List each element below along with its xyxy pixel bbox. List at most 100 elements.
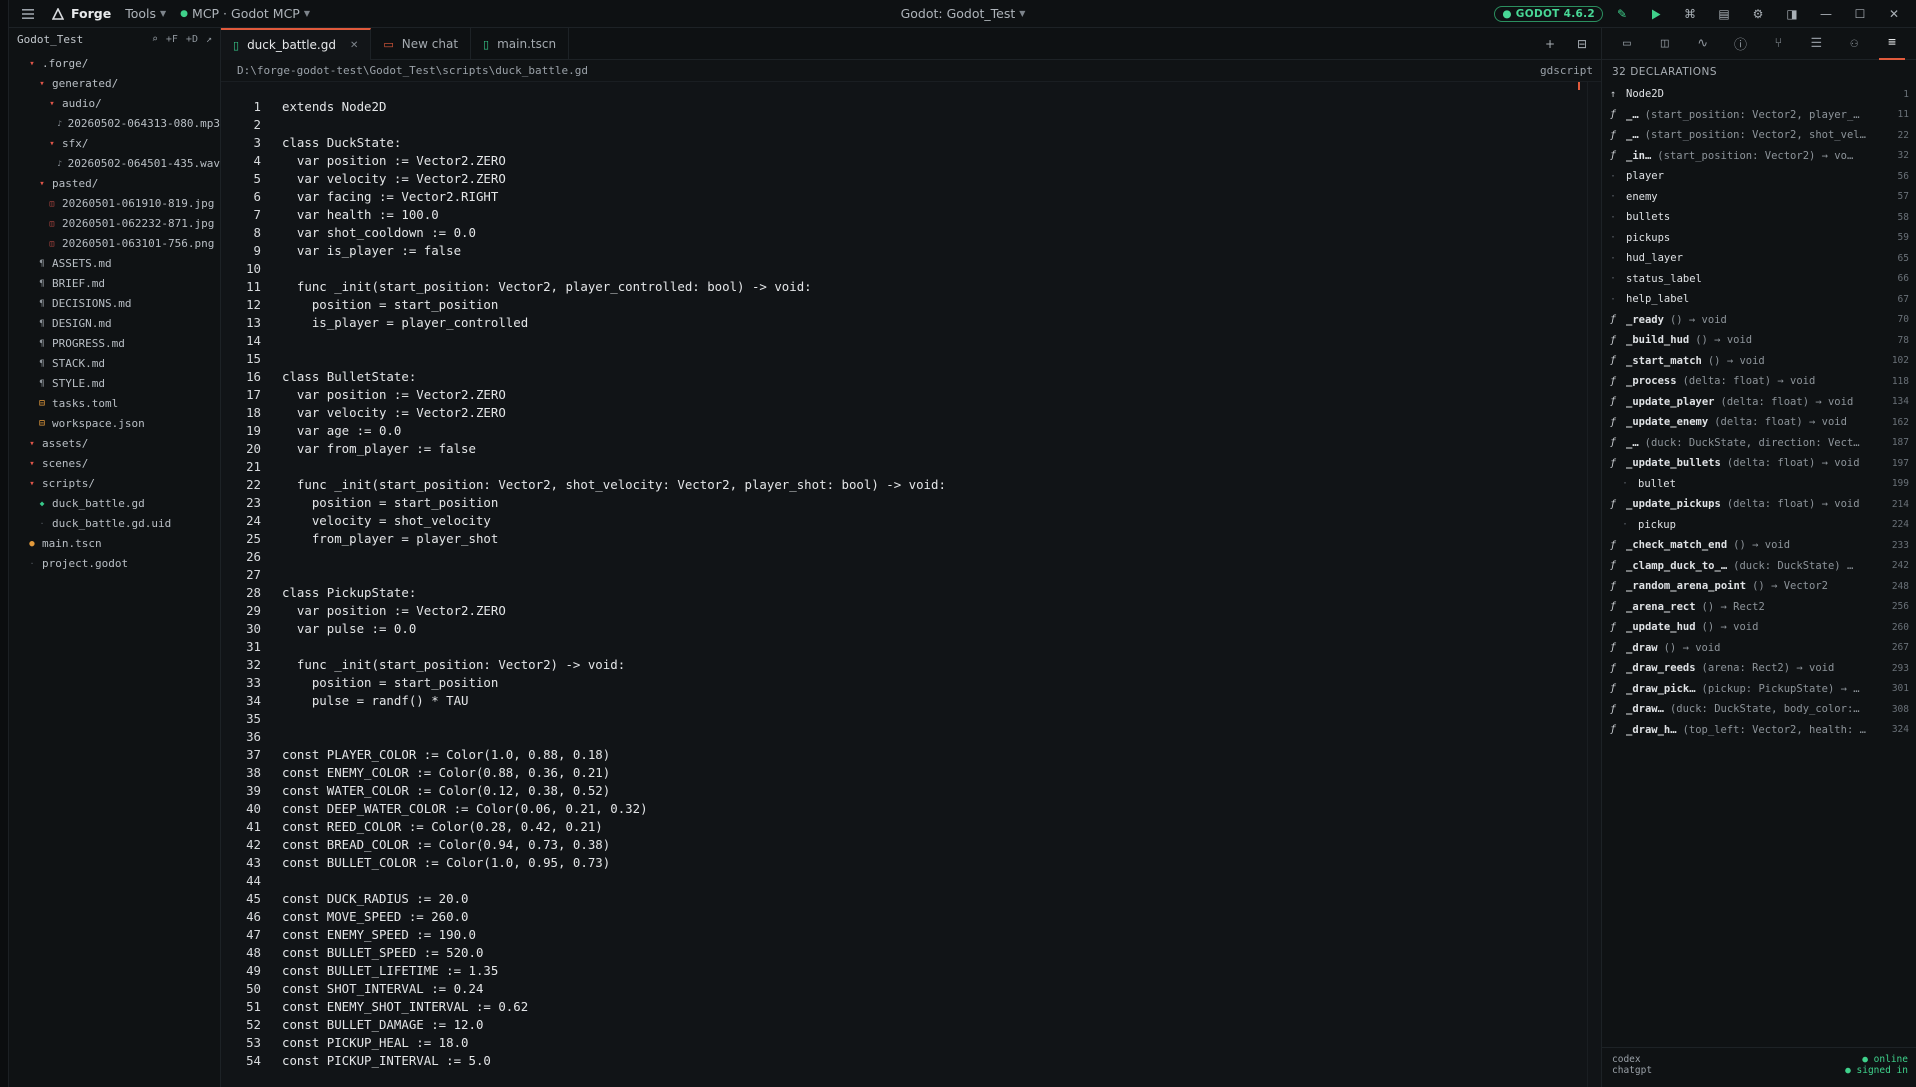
folder-icon: ▾ [49,139,55,149]
hammer-icon[interactable]: ✎ [1607,3,1637,25]
declaration-item[interactable]: ƒ _… (start_position: Vector2, player_… 11 [1602,105,1916,126]
code-line: 46 const MOVE_SPEED := 260.0 [221,908,1601,926]
mcp-selector[interactable]: ● MCP · Godot MCP ▼ [180,6,310,21]
book-icon[interactable]: ◫ [1652,36,1678,51]
declaration-item[interactable]: ƒ _ready () → void 70 [1602,310,1916,331]
code-line: 24 velocity = shot_velocity [221,512,1601,530]
code-line: 33 position = start_position [221,674,1601,692]
language-label[interactable]: gdscript [1540,64,1593,77]
explorer-action-3[interactable]: ↗ [206,34,212,45]
tree-item[interactable]: ¶ ASSETS.md [9,254,220,274]
declaration-item[interactable]: ƒ _update_bullets (delta: float) → void 197 [1602,453,1916,474]
close-tab-icon[interactable]: ✕ [350,40,358,51]
declaration-item[interactable]: ƒ _random_arena_point () → Vector2 248 [1602,576,1916,597]
declaration-item[interactable]: ↑ Node2D 1 [1602,84,1916,105]
settings-icon[interactable]: ⚙ [1743,3,1773,25]
declaration-item[interactable]: ƒ _in… (start_position: Vector2) → vo… 32 [1602,146,1916,167]
tree-item[interactable]: ● main.tscn [9,534,220,554]
tree-item[interactable]: ◫ 20260501-061910-819.jpg [9,194,220,214]
declaration-item[interactable]: · bullets 58 [1602,207,1916,228]
declaration-item[interactable]: ƒ _check_match_end () → void 233 [1602,535,1916,556]
tree-item[interactable]: ▾ generated/ [9,74,220,94]
declaration-item[interactable]: ƒ _draw_pick… (pickup: PickupState) → … 301 [1602,679,1916,700]
info-icon[interactable]: ⓘ [1728,34,1754,53]
declaration-item[interactable]: ƒ _draw_reeds (arena: Rect2) → void 293 [1602,658,1916,679]
split-editor-icon[interactable]: ⊟ [1567,33,1597,55]
tab-main-tscn[interactable]: ▯ main.tscn [471,28,570,60]
checklist-icon[interactable]: ☰ [1803,36,1829,51]
tree-item[interactable]: ◫ 20260501-062232-871.jpg [9,214,220,234]
tree-item[interactable]: ◆ duck_battle.gd [9,494,220,514]
line-number: 46 [246,909,261,924]
tree-item[interactable]: ⊟ tasks.toml [9,394,220,414]
play-icon[interactable] [1641,3,1671,25]
tools-menu[interactable]: Tools ▼ [125,6,166,21]
declaration-item[interactable]: ƒ _update_enemy (delta: float) → void 162 [1602,412,1916,433]
tree-item[interactable]: ¶ DESIGN.md [9,314,220,334]
declaration-item[interactable]: ƒ _… (duck: DuckState, direction: Vect… 187 [1602,433,1916,454]
tree-item[interactable]: ▾ audio/ [9,94,220,114]
minimize-icon[interactable]: — [1811,3,1841,25]
declaration-item[interactable]: ƒ _clamp_duck_to_… (duck: DuckState) … 242 [1602,556,1916,577]
panel-toggle-icon[interactable]: ◨ [1777,3,1807,25]
declaration-item[interactable]: ƒ _update_pickups (delta: float) → void 214 [1602,494,1916,515]
declaration-item[interactable]: · help_label 67 [1602,289,1916,310]
add-tab-icon[interactable]: + [1535,33,1565,55]
declaration-item[interactable]: · enemy 57 [1602,187,1916,208]
tree-item[interactable]: ♪ 20260502-064501-435.wav [9,154,220,174]
hamburger-menu-icon[interactable] [19,5,37,23]
code-editor[interactable]: 1 extends Node2D 2 3 class DuckState: 4 var p… [221,82,1601,1087]
tree-item[interactable]: ▾ scenes/ [9,454,220,474]
outline-icon[interactable]: ≡ [1879,28,1906,60]
explorer-action-1[interactable]: +F [166,34,178,45]
declaration-item[interactable]: · hud_layer 65 [1602,248,1916,269]
tree-item[interactable]: · duck_battle.gd.uid [9,514,220,534]
tree-item[interactable]: ♪ 20260502-064313-080.mp3 [9,114,220,134]
workspace-title[interactable]: Godot: Godot_Test ▼ [901,6,1026,21]
list-icon[interactable]: ▤ [1709,3,1739,25]
command-icon[interactable]: ⌘ [1675,3,1705,25]
declaration-item[interactable]: · pickups 59 [1602,228,1916,249]
declaration-item[interactable]: ƒ _build_hud () → void 78 [1602,330,1916,351]
tree-item[interactable]: ▾ scripts/ [9,474,220,494]
tree-item[interactable]: · project.godot [9,554,220,574]
declaration-item[interactable]: ƒ _draw () → void 267 [1602,638,1916,659]
close-icon[interactable]: ✕ [1879,3,1909,25]
git-branch-icon[interactable]: ⑂ [1765,36,1791,51]
tree-item[interactable]: ▾ pasted/ [9,174,220,194]
tab-new-chat[interactable]: ▭ New chat [371,28,472,60]
declaration-item[interactable]: ƒ _draw_h… (top_left: Vector2, health: … 32… [1602,720,1916,741]
tree-item[interactable]: ⊟ workspace.json [9,414,220,434]
activity-icon[interactable]: ∿ [1690,36,1716,51]
tree-item[interactable]: ¶ BRIEF.md [9,274,220,294]
declaration-item[interactable]: · pickup 224 [1602,515,1916,536]
tree-item[interactable]: ¶ DECISIONS.md [9,294,220,314]
explorer-action-2[interactable]: +D [186,34,198,45]
declaration-item[interactable]: · bullet 199 [1602,474,1916,495]
declaration-item[interactable]: ƒ _… (start_position: Vector2, shot_vel… 22 [1602,125,1916,146]
tree-item[interactable]: ¶ STACK.md [9,354,220,374]
graph-icon[interactable]: ⚇ [1841,36,1867,51]
declaration-item[interactable]: · status_label 66 [1602,269,1916,290]
declaration-item[interactable]: ƒ _process (delta: float) → void 118 [1602,371,1916,392]
tree-item[interactable]: ◫ 20260501-063101-756.png [9,234,220,254]
godot-version-badge[interactable]: ● GODOT 4.6.2 [1494,6,1603,22]
tree-item[interactable]: ▾ sfx/ [9,134,220,154]
declaration-item[interactable]: ƒ _update_player (delta: float) → void 134 [1602,392,1916,413]
tree-item[interactable]: ▾ .forge/ [9,54,220,74]
declaration-item[interactable]: ƒ _arena_rect () → Rect2 256 [1602,597,1916,618]
explorer-action-0[interactable]: ⌕ [152,34,158,45]
tree-item[interactable]: ¶ PROGRESS.md [9,334,220,354]
declaration-item[interactable]: · player 56 [1602,166,1916,187]
vertical-scrollbar[interactable] [1587,82,1599,1087]
declaration-item[interactable]: ƒ _start_match () → void 102 [1602,351,1916,372]
tree-item[interactable]: ▾ assets/ [9,434,220,454]
tree-item[interactable]: ¶ STYLE.md [9,374,220,394]
declaration-item[interactable]: ƒ _draw… (duck: DuckState, body_color:… 308 [1602,699,1916,720]
chat-icon[interactable]: ▭ [1614,36,1640,51]
tab-duck-battle-gd[interactable]: ▯ duck_battle.gd ✕ [221,28,372,60]
maximize-icon[interactable]: ☐ [1845,3,1875,25]
declaration-item[interactable]: ƒ _update_hud () → void 260 [1602,617,1916,638]
